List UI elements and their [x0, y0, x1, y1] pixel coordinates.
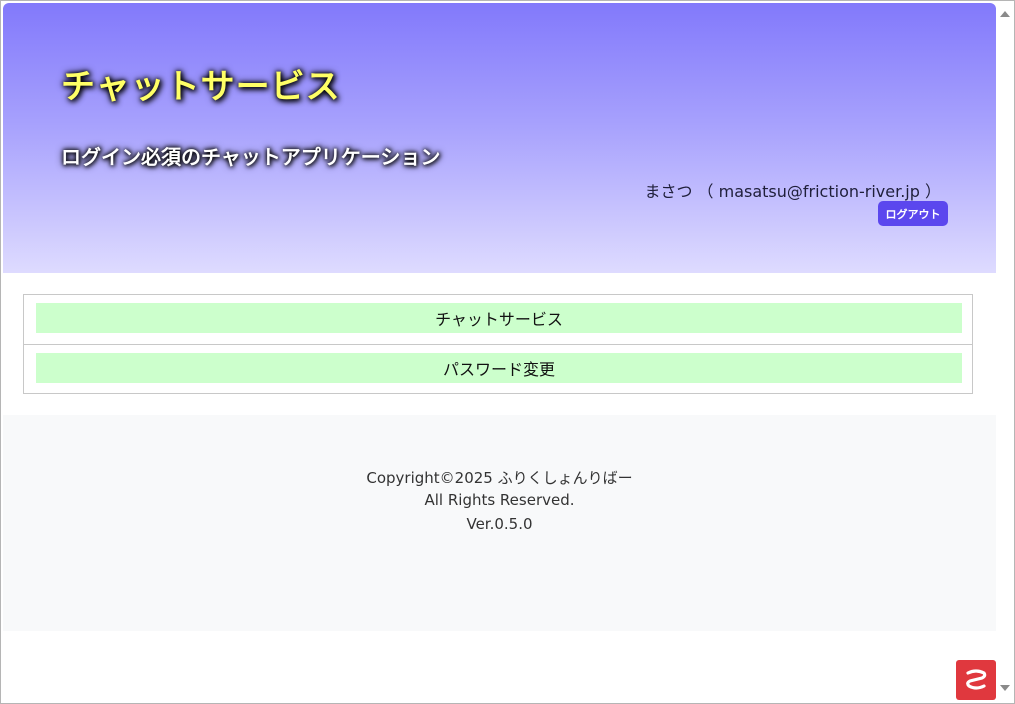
scroll-down-arrow-icon[interactable] [1000, 685, 1010, 691]
footer-rights: All Rights Reserved. [424, 491, 575, 509]
menu-table: チャットサービス パスワード変更 [23, 294, 973, 394]
browser-viewport: チャットサービス ログイン必須のチャットアプリケーション まさつ （ masat… [0, 0, 1015, 704]
app-badge-icon[interactable] [956, 660, 996, 700]
site-title: チャットサービス [61, 67, 341, 107]
app-badge-glyph [966, 669, 987, 690]
user-info: まさつ （ masatsu@friction-river.jp ） [644, 182, 941, 201]
menu-row: チャットサービス [24, 295, 972, 345]
site-header: チャットサービス ログイン必須のチャットアプリケーション まさつ （ masat… [3, 3, 996, 273]
scroll-up-arrow-icon[interactable] [1000, 11, 1010, 17]
main-menu-section: チャットサービス パスワード変更 [3, 273, 996, 415]
menu-item-chat-service[interactable]: チャットサービス [36, 303, 962, 333]
footer-copyright: Copyright©2025 ふりくしょんりばー [366, 469, 633, 487]
vertical-scrollbar[interactable] [996, 1, 1014, 703]
page: チャットサービス ログイン必須のチャットアプリケーション まさつ （ masat… [3, 3, 996, 701]
menu-item-change-password[interactable]: パスワード変更 [36, 353, 962, 383]
footer-version: Ver.0.5.0 [466, 515, 533, 533]
site-subtitle: ログイン必須のチャットアプリケーション [61, 145, 441, 169]
logout-button[interactable]: ログアウト [878, 201, 948, 226]
site-footer: Copyright©2025 ふりくしょんりばー All Rights Rese… [3, 415, 996, 631]
menu-row: パスワード変更 [24, 345, 972, 394]
